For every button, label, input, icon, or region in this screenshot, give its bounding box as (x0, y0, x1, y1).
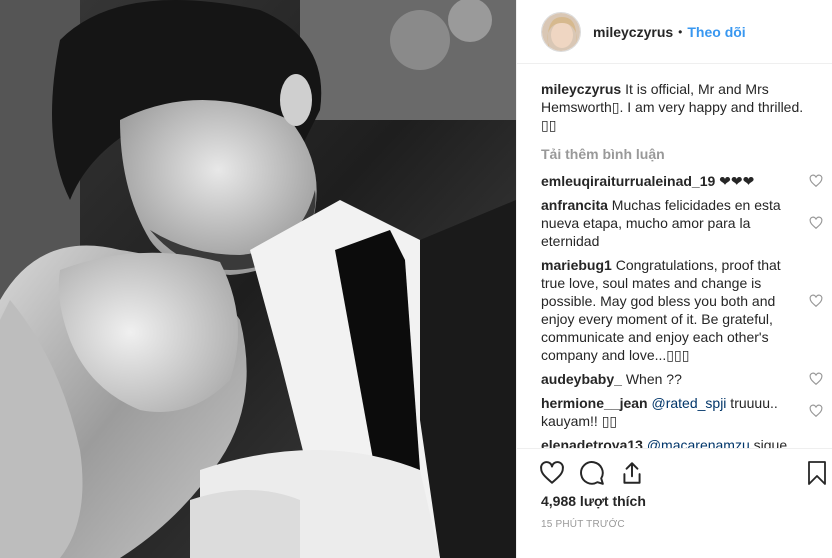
comments-list[interactable]: mileyczyrus It is official, Mr and Mrs H… (541, 80, 823, 448)
comment-username[interactable]: mariebug1 (541, 257, 612, 273)
heart-icon[interactable] (809, 294, 823, 308)
comment-text: When ?? (621, 371, 682, 387)
heart-icon[interactable] (539, 460, 565, 486)
post-photo[interactable] (0, 0, 516, 558)
heart-icon[interactable] (809, 404, 823, 418)
instagram-post-view: mileyczyrus • Theo dõi mileyczyrus It is… (0, 0, 832, 558)
comment-username[interactable]: elenadetroya13 (541, 437, 643, 448)
share-icon[interactable] (619, 460, 645, 486)
bookmark-icon[interactable] (805, 460, 829, 486)
post-header: mileyczyrus • Theo dõi (517, 0, 832, 64)
heart-icon[interactable] (809, 372, 823, 386)
comment-item: hermione__jean @rated_spji truuuu.. kauy… (541, 394, 823, 430)
post-side-panel: mileyczyrus • Theo dõi mileyczyrus It is… (516, 0, 832, 558)
comment-item: audeybaby_ When ?? (541, 370, 823, 388)
heart-icon[interactable] (809, 216, 823, 230)
comment-item: anfrancita Muchas felicidades en esta nu… (541, 196, 823, 250)
heart-icon[interactable] (809, 174, 823, 188)
load-more-comments-link[interactable]: Tải thêm bình luận (541, 146, 823, 162)
comment-username[interactable]: anfrancita (541, 197, 608, 213)
likes-count[interactable]: 4,988 lượt thích (541, 493, 646, 509)
post-timestamp[interactable]: 15 PHÚT TRƯỚC (541, 519, 625, 530)
post-caption: mileyczyrus It is official, Mr and Mrs H… (541, 80, 809, 134)
comment-username[interactable]: hermione__jean (541, 395, 648, 411)
comment-mention[interactable]: @rated_spji (648, 395, 726, 411)
header-separator: • (678, 24, 683, 39)
follow-button[interactable]: Theo dõi (687, 24, 745, 40)
couple-photo-image (0, 0, 516, 558)
comment-text: sigue (749, 437, 788, 448)
comment-username[interactable]: audeybaby_ (541, 371, 622, 387)
comment-item: mariebug1 Congratulations, proof that tr… (541, 256, 823, 364)
comment-text: ❤❤❤ (715, 173, 755, 189)
comment-item: emleuqiraiturrualeinad_19 ❤❤❤ (541, 172, 823, 190)
comment-username[interactable]: emleuqiraiturrualeinad_19 (541, 173, 715, 189)
header-username[interactable]: mileyczyrus (593, 24, 673, 40)
avatar[interactable] (541, 11, 581, 52)
avatar-image (542, 12, 580, 51)
caption-username[interactable]: mileyczyrus (541, 81, 621, 97)
comment-mention[interactable]: @macarenamzu (643, 437, 750, 448)
post-actions: 4,988 lượt thích 15 PHÚT TRƯỚC (517, 448, 832, 558)
comment-icon[interactable] (579, 460, 605, 486)
comment-item: elenadetroya13 @macarenamzu sigue (541, 436, 823, 448)
